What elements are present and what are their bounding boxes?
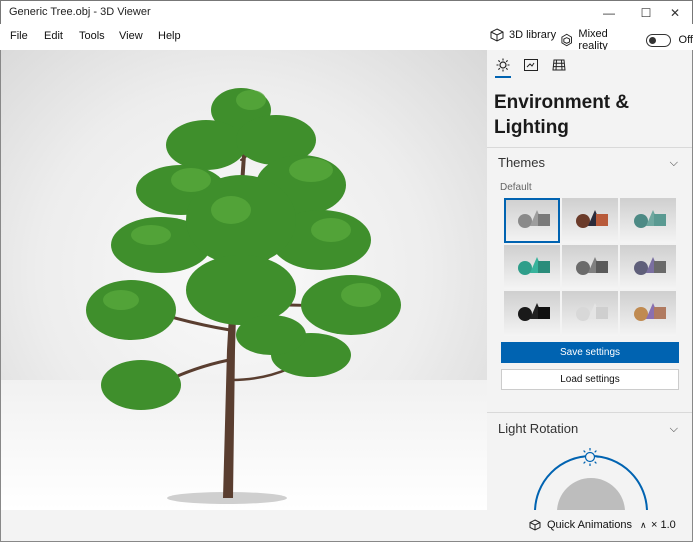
light-rotation-dial[interactable]	[487, 442, 693, 510]
title-bar: Generic Tree.obj - 3D Viewer — ☐ ✕	[0, 0, 693, 24]
tab-grid[interactable]	[551, 56, 567, 74]
themes-heading: Themes	[498, 155, 545, 170]
3d-viewport[interactable]	[0, 50, 487, 510]
theme-tile[interactable]	[504, 244, 560, 290]
theme-tile[interactable]	[562, 291, 618, 336]
divider	[487, 412, 692, 413]
cube-icon	[490, 28, 504, 42]
library-button[interactable]: 3D library	[490, 28, 556, 42]
divider	[487, 147, 692, 148]
theme-grid	[504, 198, 676, 336]
image-icon	[524, 59, 538, 71]
toggle-state: Off	[678, 34, 693, 46]
window-title: Generic Tree.obj - 3D Viewer	[9, 6, 151, 18]
menu-bar: File Edit Tools View Help 3D library Mix…	[0, 24, 693, 52]
theme-tile[interactable]	[504, 291, 560, 336]
minimize-button[interactable]: —	[592, 1, 626, 24]
speed-control[interactable]: × 1.0	[651, 519, 676, 531]
panel-title: Environment & Lighting	[494, 92, 630, 138]
theme-tile[interactable]	[620, 244, 676, 290]
menu-edit[interactable]: Edit	[44, 30, 63, 42]
tab-stats[interactable]	[523, 56, 539, 74]
animation-cube-icon	[529, 519, 541, 531]
library-label: 3D library	[509, 29, 557, 41]
mixed-reality-label: Mixed reality	[578, 28, 608, 52]
theme-tile[interactable]	[562, 198, 618, 243]
light-rotation-heading: Light Rotation	[498, 421, 579, 436]
panel-tabs	[495, 56, 567, 78]
chevron-up-icon: ∧	[639, 519, 647, 530]
tab-environment[interactable]	[495, 56, 511, 78]
menu-help[interactable]: Help	[158, 30, 181, 42]
theme-tile[interactable]	[620, 198, 676, 243]
menu-tools[interactable]: Tools	[79, 30, 105, 42]
chevron-down-icon: ⌵	[669, 423, 678, 435]
quick-animations-button[interactable]: Quick Animations ∧	[529, 519, 647, 531]
toggle-knob	[648, 36, 656, 44]
themes-subheading: Default	[500, 182, 532, 193]
chevron-down-icon: ⌵	[669, 157, 678, 169]
menu-file[interactable]: File	[10, 30, 28, 42]
theme-tile[interactable]	[504, 198, 560, 243]
theme-tile[interactable]	[562, 244, 618, 290]
load-settings-button[interactable]: Load settings	[501, 369, 679, 390]
mixed-reality-icon	[561, 33, 572, 47]
sun-icon	[496, 58, 510, 72]
grid-icon	[552, 59, 566, 71]
tree-model[interactable]	[1, 50, 487, 510]
theme-tile[interactable]	[620, 291, 676, 336]
status-bar: Quick Animations ∧ × 1.0	[0, 510, 693, 542]
mixed-reality-toggle[interactable]: Mixed reality Off	[560, 28, 693, 52]
close-button[interactable]: ✕	[658, 1, 692, 24]
toggle-switch[interactable]	[645, 33, 671, 47]
settings-panel: Environment & Lighting Themes ⌵ Default	[487, 50, 693, 510]
menu-view[interactable]: View	[119, 30, 143, 42]
quick-animations-label: Quick Animations	[547, 519, 632, 531]
save-settings-button[interactable]: Save settings	[501, 342, 679, 363]
